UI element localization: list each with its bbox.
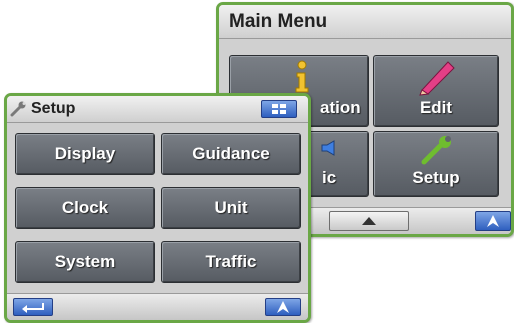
clock-button[interactable]: Clock (15, 187, 155, 229)
back-button[interactable] (13, 298, 53, 316)
edit-button[interactable]: Edit (373, 55, 499, 127)
information-label: ation (320, 98, 361, 117)
info-icon (295, 60, 309, 93)
wrench-icon (10, 101, 26, 117)
display-button[interactable]: Display (15, 133, 155, 175)
system-button[interactable]: System (15, 241, 155, 283)
navigation-arrow-icon (277, 301, 289, 313)
unit-label: Unit (214, 198, 248, 217)
navigation-button[interactable] (475, 211, 511, 231)
display-label: Display (54, 144, 116, 163)
setup-button[interactable]: Setup (373, 131, 499, 197)
unit-button[interactable]: Unit (161, 187, 301, 229)
traffic-label: Traffic (205, 252, 257, 271)
speaker-icon (321, 140, 335, 156)
grid-view-button[interactable] (261, 100, 297, 118)
edit-label: Edit (419, 98, 453, 117)
wrench-icon (421, 136, 451, 165)
up-arrow-icon (362, 217, 376, 225)
setup-label: Setup (412, 168, 460, 187)
grid-icon (272, 104, 286, 114)
setup-title-bar: Setup (7, 96, 308, 123)
setup-window: Setup Display Guidance Clock Unit System (4, 93, 311, 323)
back-arrow-icon (22, 303, 44, 313)
setup-title: Setup (31, 100, 76, 117)
pencil-icon (419, 61, 455, 96)
navigation-button[interactable] (265, 298, 301, 316)
clock-label: Clock (61, 198, 109, 217)
navigation-arrow-icon (487, 215, 499, 227)
main-menu-title: Main Menu (219, 5, 511, 39)
system-label: System (54, 252, 116, 271)
traffic-label: ic (322, 168, 337, 187)
guidance-button[interactable]: Guidance (161, 133, 301, 175)
guidance-label: Guidance (192, 144, 270, 163)
scroll-up-button[interactable] (329, 211, 409, 231)
traffic-button[interactable]: Traffic (161, 241, 301, 283)
setup-bottom-bar (7, 293, 308, 320)
setup-body: Display Guidance Clock Unit System Traff… (7, 123, 308, 293)
